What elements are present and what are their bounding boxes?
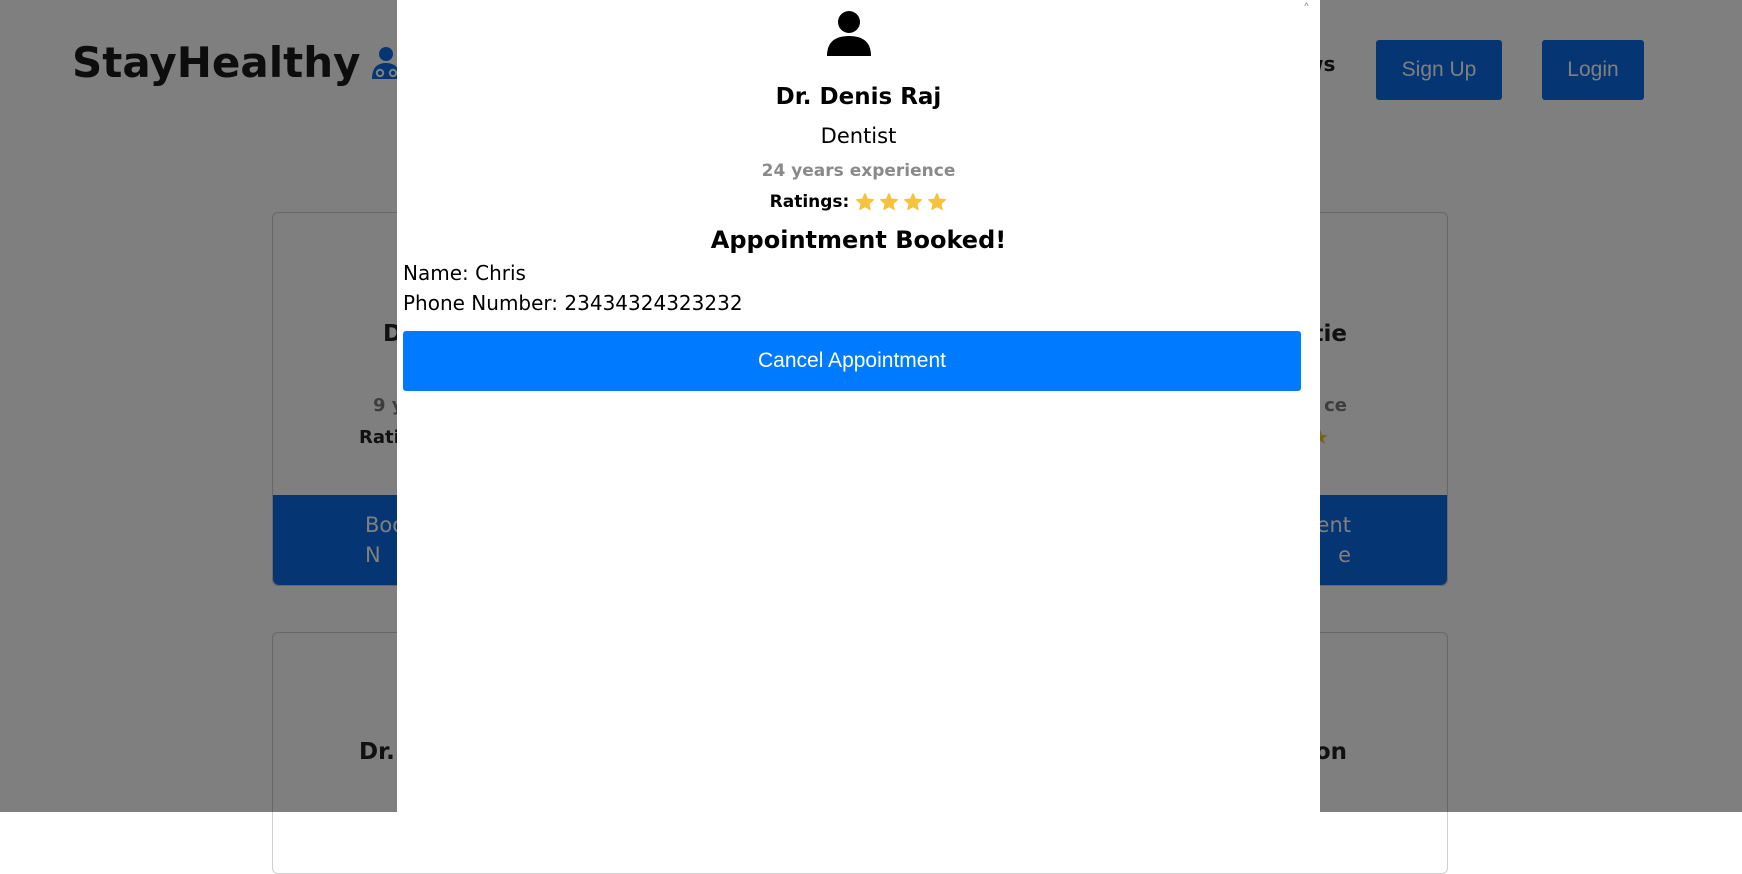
- doctor-experience: 24 years experience: [761, 161, 956, 181]
- appointment-modal: ˄ Dr. Denis Raj Dentist 24 years experie…: [397, 0, 1320, 812]
- doctor-ratings: Ratings:: [397, 192, 1320, 212]
- patient-name: Name: Chris: [403, 261, 526, 285]
- close-icon[interactable]: ˄: [1303, 2, 1310, 18]
- star-icon: [928, 193, 947, 211]
- doctor-name: Dr. Denis Raj: [775, 84, 942, 110]
- star-icon: [904, 193, 923, 211]
- appointment-booked-title: Appointment Booked!: [710, 226, 1007, 254]
- star-icon: [880, 193, 899, 211]
- rating-stars: [855, 192, 947, 212]
- doctor-specialty: Dentist: [820, 124, 897, 148]
- star-icon: [856, 193, 875, 211]
- cancel-appointment-button[interactable]: Cancel Appointment: [403, 331, 1301, 391]
- user-avatar-icon: [827, 11, 871, 56]
- patient-phone: Phone Number: 23434324323232: [403, 291, 743, 315]
- ratings-label: Ratings:: [769, 192, 850, 212]
